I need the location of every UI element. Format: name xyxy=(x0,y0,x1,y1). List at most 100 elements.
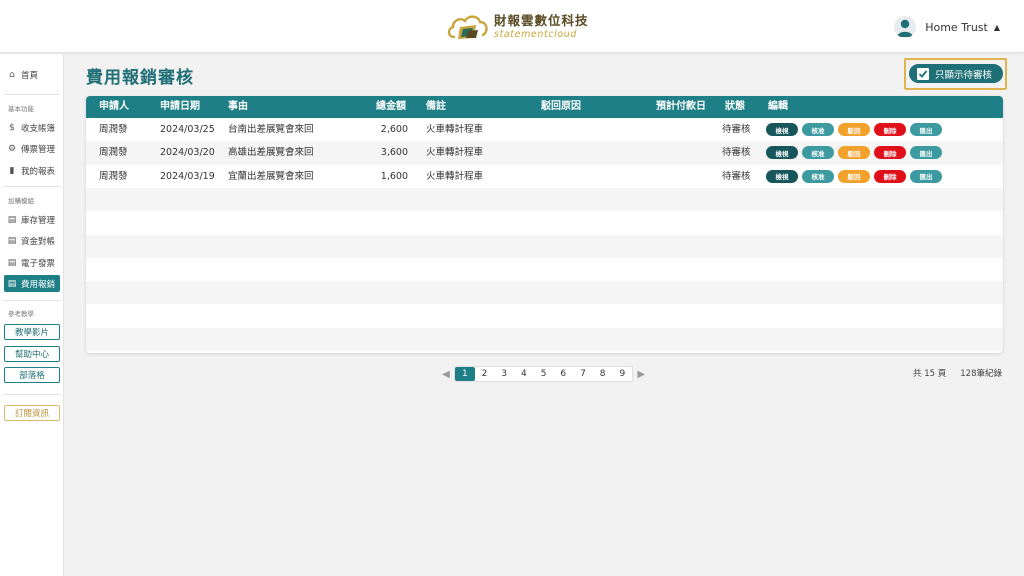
sidebar-section-ref: 參考教學 xyxy=(8,310,34,318)
pagination-summary: 共 15 頁 128筆紀錄 xyxy=(913,367,1002,379)
sidebar-item-label: 收支帳簿 xyxy=(21,123,56,134)
document-icon: ▤ xyxy=(7,257,17,268)
sidebar-item-label: 庫存管理 xyxy=(21,215,56,226)
sidebar-item-label: 費用報銷 xyxy=(21,279,56,290)
subscription-button[interactable]: 訂閱資訊 xyxy=(4,405,60,421)
delete-button[interactable]: 刪除 xyxy=(874,146,906,160)
row-actions: 檢視 核准 駁回 刪除 匯出 xyxy=(766,123,942,136)
sidebar-item-label: 電子發票 xyxy=(21,258,56,269)
column-header: 編輯 xyxy=(768,101,788,112)
page-button[interactable]: 1 xyxy=(455,367,475,381)
sidebar-item-inventory[interactable]: ▤ 庫存管理 xyxy=(4,211,60,228)
table-row[interactable]: 周潤發 2024/03/19 宜蘭出差展覽會來回 1,600 火車轉計程車 待審… xyxy=(86,165,1003,188)
applicant-cell: 周潤發 xyxy=(99,147,128,159)
reason-cell: 高雄出差展覽會來回 xyxy=(228,147,314,159)
pending-filter-highlight: 只顯示待審核 xyxy=(904,58,1007,90)
user-menu[interactable]: Home Trust ▲ xyxy=(894,15,1000,39)
approve-button[interactable]: 核准 xyxy=(802,123,834,136)
column-header: 駁回原因 xyxy=(541,101,581,112)
column-header: 狀態 xyxy=(725,101,745,112)
empty-row xyxy=(86,187,1003,212)
export-button[interactable]: 匯出 xyxy=(910,146,942,160)
amount-cell: 2,600 xyxy=(380,124,408,135)
pending-only-label: 只顯示待審核 xyxy=(935,69,993,81)
brand-logo[interactable]: 財報雲數位科技 statementcloud xyxy=(446,10,589,44)
empty-row xyxy=(86,281,1003,305)
status-cell: 待審核 xyxy=(722,124,751,135)
table-header: 申請人 申請日期 事由 總金額 備註 駁回原因 預計付款日 狀態 編輯 xyxy=(86,96,1003,118)
pagination: ◀ 1 2 3 4 5 6 7 8 9 ▶ xyxy=(438,366,649,382)
page-button[interactable]: 8 xyxy=(593,367,613,381)
sidebar-divider xyxy=(4,394,60,395)
view-button[interactable]: 檢視 xyxy=(766,123,798,136)
date-cell: 2024/03/19 xyxy=(160,170,215,182)
reason-cell: 宜蘭出差展覽會來回 xyxy=(228,170,314,182)
export-button[interactable]: 匯出 xyxy=(910,123,942,136)
blog-button[interactable]: 部落格 xyxy=(4,367,60,383)
sidebar-item-voucher[interactable]: ⚙ 傳票管理 xyxy=(4,140,60,157)
applicant-cell: 周潤發 xyxy=(99,124,128,135)
reject-button[interactable]: 駁回 xyxy=(838,146,870,160)
page-button[interactable]: 6 xyxy=(553,367,573,381)
checkbox-checked-icon[interactable] xyxy=(917,67,929,80)
sidebar-item-label: 首頁 xyxy=(21,70,39,81)
home-icon: ⌂ xyxy=(9,69,15,80)
empty-row xyxy=(86,304,1003,327)
column-header: 備註 xyxy=(426,101,446,112)
column-header: 事由 xyxy=(228,101,248,112)
reason-cell: 台南出差展覽會來回 xyxy=(228,124,314,135)
page-button[interactable]: 2 xyxy=(475,367,495,381)
export-button[interactable]: 匯出 xyxy=(910,169,942,183)
approve-button[interactable]: 核准 xyxy=(802,169,834,183)
table-row[interactable]: 周潤發 2024/03/20 高雄出差展覽會來回 3,600 火車轉計程車 待審… xyxy=(86,141,1003,165)
total-records: 128筆紀錄 xyxy=(960,369,1002,379)
note-cell: 火車轉計程車 xyxy=(426,170,484,182)
total-pages: 共 15 頁 xyxy=(913,369,947,379)
column-header: 申請人 xyxy=(99,101,129,112)
page-button[interactable]: 5 xyxy=(534,367,554,381)
page-button[interactable]: 7 xyxy=(573,367,593,381)
view-button[interactable]: 檢視 xyxy=(766,146,798,160)
sidebar-item-expense[interactable]: ▤ 費用報銷 xyxy=(4,275,60,292)
sidebar-divider xyxy=(4,186,60,187)
amount-cell: 1,600 xyxy=(380,170,408,182)
document-icon: ▤ xyxy=(7,214,17,225)
view-button[interactable]: 檢視 xyxy=(766,169,798,183)
page-button[interactable]: 9 xyxy=(613,367,633,381)
date-cell: 2024/03/20 xyxy=(160,147,215,159)
top-header: 財報雲數位科技 statementcloud Home Trust ▲ xyxy=(0,0,1024,53)
column-header: 預計付款日 xyxy=(656,101,706,112)
amount-cell: 3,600 xyxy=(380,147,408,159)
reject-button[interactable]: 駁回 xyxy=(838,123,870,136)
sidebar-item-ledger[interactable]: $ 收支帳簿 xyxy=(4,119,60,136)
user-avatar-icon xyxy=(894,16,917,38)
sidebar-item-home[interactable]: ⌂ 首頁 xyxy=(4,66,60,83)
page-title: 費用報銷審核 xyxy=(86,68,194,88)
prev-page-icon[interactable]: ◀ xyxy=(438,369,454,380)
brand-name-cn: 財報雲數位科技 xyxy=(494,12,589,28)
page-button[interactable]: 3 xyxy=(494,367,514,381)
sidebar-item-label: 我的報表 xyxy=(21,166,56,177)
next-page-icon[interactable]: ▶ xyxy=(633,369,649,380)
row-actions: 檢視 核准 駁回 刪除 匯出 xyxy=(766,146,942,160)
sidebar-section-addon: 加購模組 xyxy=(8,197,34,205)
brand-name-en: statementcloud xyxy=(494,29,578,40)
delete-button[interactable]: 刪除 xyxy=(874,123,906,136)
sidebar-item-einvoice[interactable]: ▤ 電子發票 xyxy=(4,254,60,271)
pending-only-toggle[interactable]: 只顯示待審核 xyxy=(909,64,1003,83)
document-icon: ▤ xyxy=(7,278,17,289)
status-cell: 待審核 xyxy=(722,147,751,159)
help-center-button[interactable]: 幫助中心 xyxy=(4,346,60,362)
sidebar-item-reconcile[interactable]: ▤ 資金對帳 xyxy=(4,232,60,249)
reject-button[interactable]: 駁回 xyxy=(838,169,870,183)
table-row[interactable]: 周潤發 2024/03/25 台南出差展覽會來回 2,600 火車轉計程車 待審… xyxy=(86,118,1003,141)
approve-button[interactable]: 核准 xyxy=(802,146,834,160)
bar-chart-icon: ▮ xyxy=(9,165,15,176)
empty-row xyxy=(86,234,1003,258)
page-button[interactable]: 4 xyxy=(514,367,534,381)
delete-button[interactable]: 刪除 xyxy=(874,169,906,183)
user-name: Home Trust xyxy=(925,20,988,34)
status-cell: 待審核 xyxy=(722,170,751,182)
tutorial-video-button[interactable]: 教學影片 xyxy=(4,324,60,340)
sidebar-item-reports[interactable]: ▮ 我的報表 xyxy=(4,162,60,179)
